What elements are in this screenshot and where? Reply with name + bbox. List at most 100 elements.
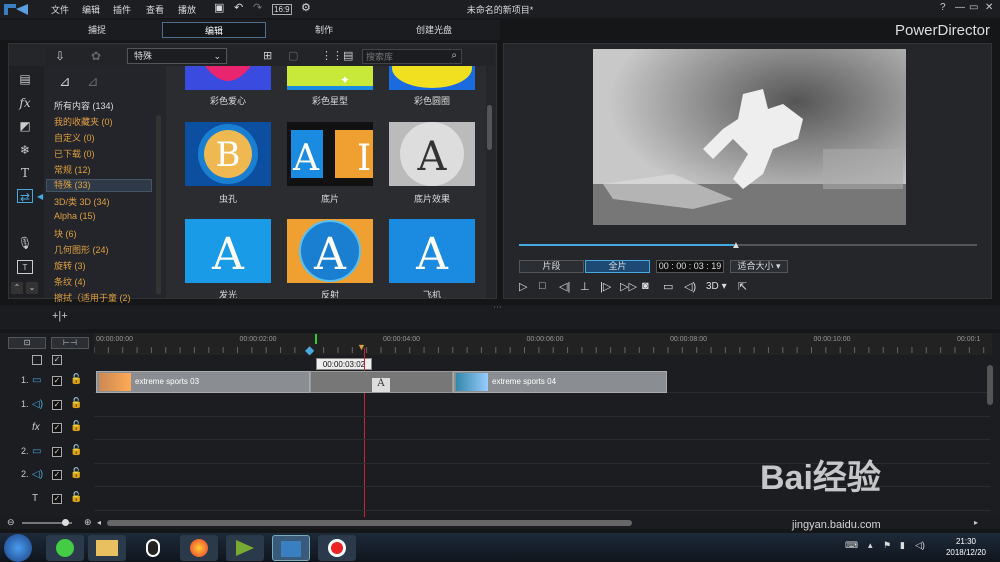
pip-room-icon[interactable]: ◩ (17, 119, 33, 133)
tray-network-icon[interactable]: ▮ (900, 540, 905, 551)
grid-view-icon[interactable]: ⋮⋮ (321, 49, 343, 62)
timeline-hscrollbar[interactable] (107, 520, 632, 526)
track-lock-icon[interactable]: 🔓 (70, 468, 82, 479)
video-clip-2[interactable]: extreme sports 04 (453, 371, 667, 393)
thumb-glow[interactable]: A (185, 219, 271, 283)
sort-icon[interactable]: ▤ (343, 49, 353, 62)
category-item[interactable]: 我的收藏夹 (0) (54, 115, 113, 128)
category-scrollbar[interactable] (156, 115, 161, 295)
subtitle-room-icon[interactable]: T (17, 260, 33, 274)
scroll-right-icon[interactable]: ▸ (974, 518, 978, 527)
taskbar-clock[interactable]: 21:30 2018/12/20 (946, 536, 986, 558)
fit-track-button[interactable]: ⊢⊣ (51, 337, 89, 349)
tab-produce[interactable]: 制作 (272, 22, 376, 38)
fast-forward-icon[interactable]: ▷▷ (620, 280, 637, 293)
fx-room-icon[interactable]: fx (17, 96, 33, 110)
subtitle-icon[interactable]: ▭ (663, 280, 673, 293)
minimize-icon[interactable]: — (955, 2, 965, 13)
track-lock-icon[interactable]: 🔓 (70, 445, 82, 456)
snapshot-icon[interactable]: ◙ (642, 280, 649, 292)
category-item[interactable]: Alpha (15) (54, 211, 96, 221)
audio-room-icon[interactable]: 🎙 (17, 236, 33, 250)
thumb-reflection[interactable]: A (287, 219, 373, 283)
search-box[interactable]: ⌕ (362, 49, 462, 64)
thumb-airplane[interactable]: A (389, 219, 475, 283)
taskbar-powerdirector-icon[interactable] (272, 535, 310, 561)
transition-overlap[interactable]: A (310, 371, 453, 393)
category-item[interactable]: 已下载 (0) (54, 147, 95, 160)
zoom-in-icon[interactable]: ⊕ (84, 517, 92, 528)
timeline-vscrollbar[interactable] (987, 365, 993, 405)
volume-icon[interactable]: ◁) (684, 280, 696, 293)
category-item[interactable]: 旋转 (3) (54, 259, 86, 272)
tab-edit[interactable]: 编辑 (162, 22, 266, 38)
track-enable-checkbox[interactable]: ✓ (52, 470, 62, 480)
split-icon[interactable]: ⊥ (580, 280, 590, 293)
track-enable-checkbox[interactable]: ✓ (52, 376, 62, 386)
thumb-wormhole[interactable]: B (185, 122, 271, 186)
taskbar-recorder-icon[interactable] (318, 535, 356, 561)
category-item[interactable]: 所有内容 (134) (54, 99, 114, 112)
seek-handle-icon[interactable]: ▲ (731, 240, 741, 251)
category-item[interactable]: 常规 (12) (54, 163, 91, 176)
track-lock-icon[interactable]: 🔓 (70, 398, 82, 409)
scroll-up-icon[interactable]: ⌃ (11, 282, 23, 294)
stop-icon[interactable]: □ (539, 280, 546, 292)
tab-create-disc[interactable]: 创建光盘 (382, 22, 486, 38)
play-icon[interactable]: ▷ (519, 280, 527, 293)
track-lock-icon[interactable]: 🔓 (70, 492, 82, 503)
transition-icon[interactable]: A (372, 378, 390, 392)
tray-volume-icon[interactable]: ◁) (915, 540, 925, 551)
taskbar-qq-icon[interactable] (134, 535, 172, 561)
restore-icon[interactable]: ▭ (969, 2, 978, 13)
enable-all-tracks-checkbox[interactable]: ✓ (52, 355, 62, 365)
import-icon[interactable]: ⇩ (55, 49, 65, 63)
panel-resize-handle[interactable]: ⋯ (493, 302, 502, 313)
category-item[interactable]: 条纹 (4) (54, 275, 86, 288)
title-room-icon[interactable]: T (17, 166, 33, 180)
category-select[interactable]: 特殊 ⌄ (127, 48, 227, 64)
thumb-film-effect[interactable]: A (389, 122, 475, 186)
category-item[interactable]: 块 (6) (54, 227, 77, 240)
scroll-left-icon[interactable]: ◂ (97, 518, 101, 527)
remove-tag-icon[interactable]: ⊿ (87, 73, 99, 90)
track-enable-checkbox[interactable]: ✓ (52, 399, 62, 410)
category-item[interactable]: 自定义 (0) (54, 131, 95, 144)
thumb-film[interactable]: AI (287, 122, 373, 186)
zoom-out-icon[interactable]: ⊖ (7, 517, 15, 528)
taskbar-firefox-icon[interactable] (180, 535, 218, 561)
track-enable-checkbox[interactable]: ✓ (52, 493, 62, 504)
taskbar-explorer-icon[interactable] (88, 535, 126, 561)
category-item[interactable]: 几何图形 (24) (54, 243, 109, 256)
track-lock-icon[interactable]: 🔓 (70, 374, 82, 385)
select-all-tracks-checkbox[interactable] (32, 355, 42, 365)
add-tag-icon[interactable]: ⊿ (59, 73, 71, 90)
search-input[interactable] (363, 50, 443, 63)
start-button-icon[interactable] (4, 534, 32, 562)
tray-flag-icon[interactable]: ⚑ (883, 540, 891, 551)
undock-preview-icon[interactable]: ⇱ (738, 280, 747, 293)
taskbar-app-360-icon[interactable] (46, 535, 84, 561)
clip-mode-button[interactable]: 片段 (519, 260, 584, 273)
tab-capture[interactable]: 捕捉 (45, 22, 149, 38)
new-file-icon[interactable]: ▢ (288, 49, 298, 62)
help-icon[interactable]: ? (940, 2, 946, 13)
tray-keyboard-icon[interactable]: ⌨ (845, 540, 858, 551)
taskbar-media-icon[interactable] (226, 535, 264, 561)
category-item[interactable]: 擦拭（适用于童 (2) (54, 291, 131, 304)
particle-room-icon[interactable]: ❄ (17, 143, 33, 157)
fit-timeline-icon[interactable]: +|+ (52, 310, 68, 322)
close-icon[interactable]: ✕ (985, 2, 993, 13)
timecode-display[interactable]: 00 : 00 : 03 : 19 (656, 260, 724, 273)
zoom-select[interactable]: 适合大小 ▾ (730, 260, 788, 273)
track-lock-icon[interactable]: 🔓 (70, 421, 82, 432)
thumb-color-heart[interactable] (185, 66, 271, 90)
next-frame-icon[interactable]: |▷ (600, 280, 611, 293)
zoom-slider-handle[interactable] (62, 519, 69, 526)
search-icon[interactable]: ⌕ (451, 50, 457, 61)
media-room-icon[interactable]: ▤ (17, 72, 33, 86)
previous-frame-icon[interactable]: ◁| (559, 280, 570, 293)
category-item[interactable]: 特殊 (33) (46, 179, 152, 192)
scroll-down-icon[interactable]: ⌄ (26, 282, 38, 294)
thumb-color-star[interactable]: ✦ (287, 66, 373, 90)
